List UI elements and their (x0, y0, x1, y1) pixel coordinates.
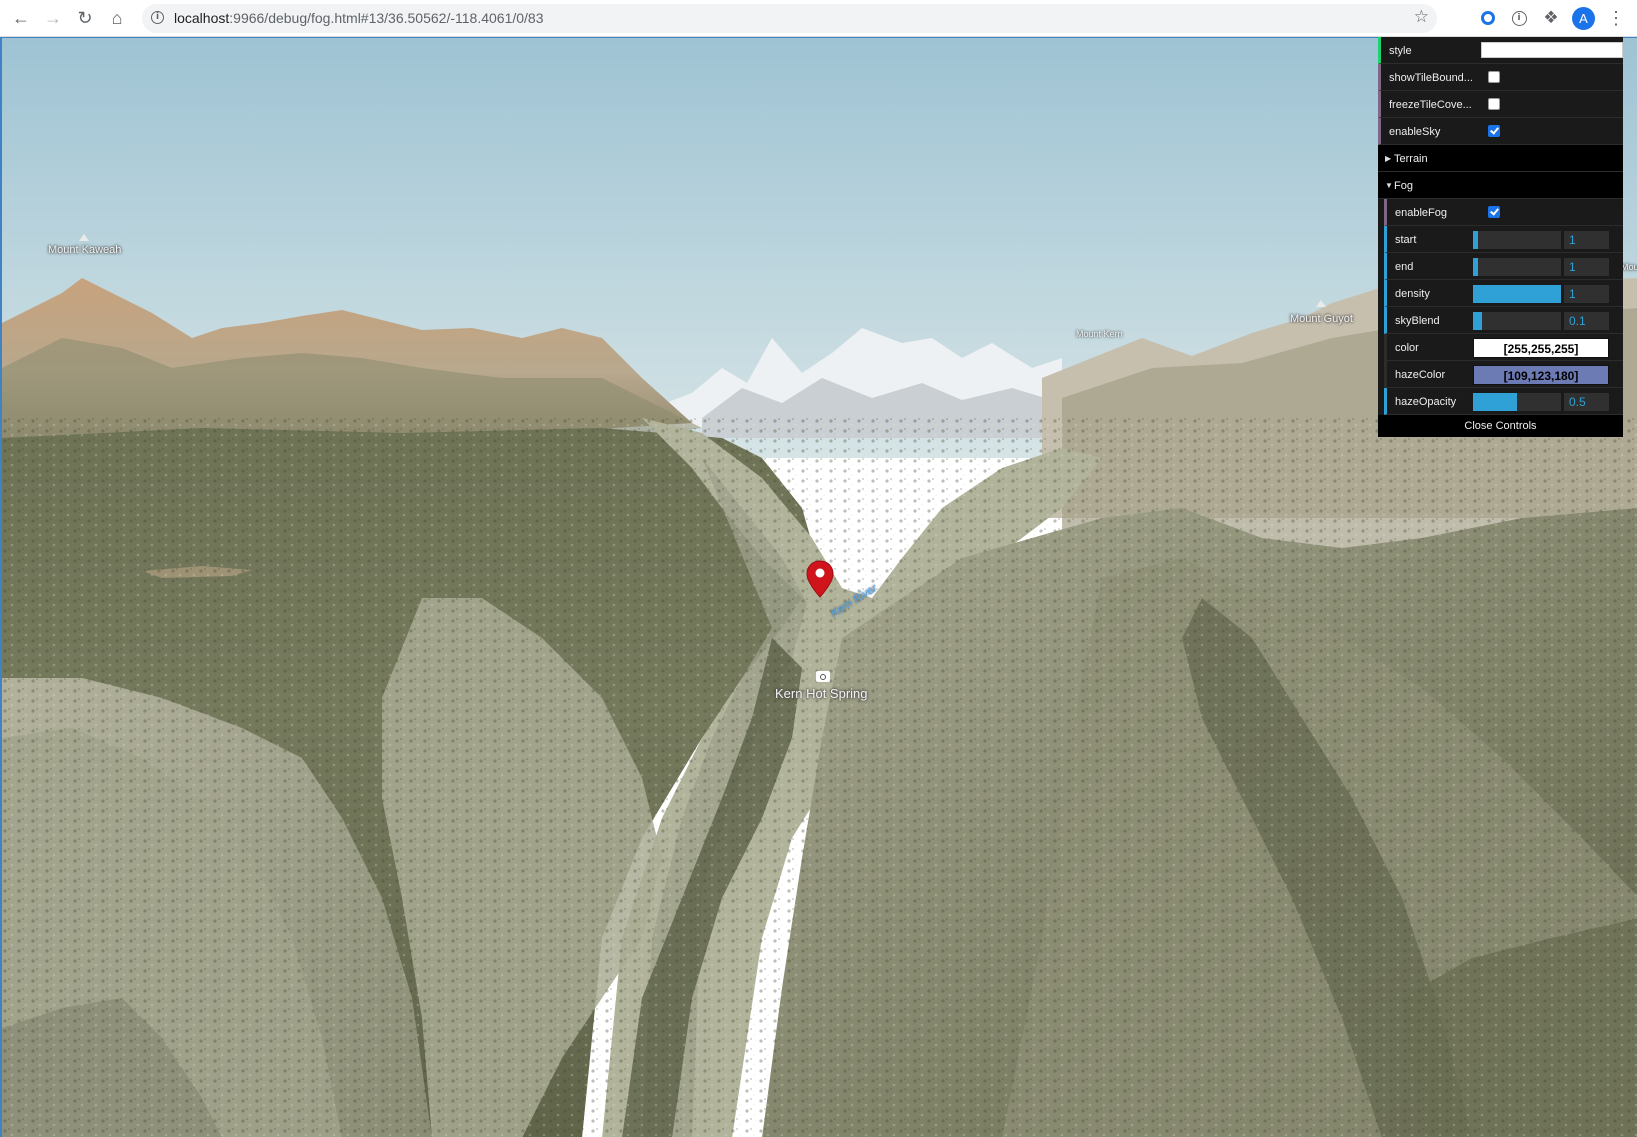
address-bar[interactable]: i localhost:9966/debug/fog.html#13/36.50… (142, 4, 1437, 33)
fog-folder-body: enableFog start 1 end 1 density 1 skyBle… (1378, 199, 1623, 415)
fog-sky-blend-value[interactable]: 0.1 (1564, 312, 1609, 330)
haze-color-swatch[interactable]: [109,123,180] (1473, 365, 1609, 385)
row-haze-color: hazeColor [109,123,180] (1384, 361, 1623, 388)
url-path: :9966/debug/fog.html#13/36.50562/-118.40… (229, 10, 544, 26)
enable-sky-checkbox[interactable] (1488, 125, 1500, 137)
freeze-tile-coverage-label: freezeTileCove... (1389, 99, 1472, 111)
fog-density-value[interactable]: 1 (1564, 285, 1609, 303)
fog-end-value[interactable]: 1 (1564, 258, 1609, 276)
label-mount-kern[interactable]: Mount Kern (1076, 329, 1123, 339)
fog-density-slider[interactable] (1473, 285, 1561, 303)
show-tile-boundaries-label: showTileBound... (1389, 72, 1473, 84)
extension-info-icon[interactable]: i (1509, 8, 1529, 28)
folder-terrain[interactable]: ▶ Terrain (1378, 145, 1623, 172)
row-fog-density: density 1 (1384, 280, 1623, 307)
row-show-tile-boundaries: showTileBound... (1378, 64, 1623, 91)
label-mount-guyot[interactable]: Mount Guyot (1290, 313, 1353, 325)
row-fog-end: end 1 (1384, 253, 1623, 280)
folder-terrain-title: Terrain (1394, 153, 1428, 165)
reload-icon[interactable]: ↻ (72, 5, 98, 31)
browser-toolbar: ← → ↻ ⌂ i localhost:9966/debug/fog.html#… (0, 0, 1637, 37)
puzzle-icon[interactable]: ❖ (1541, 8, 1561, 28)
style-label: style (1389, 45, 1412, 57)
enable-sky-label: enableSky (1389, 126, 1441, 138)
caret-down-icon: ▼ (1385, 181, 1393, 190)
extension-icon[interactable] (1478, 8, 1498, 28)
info-icon[interactable]: i (151, 11, 164, 24)
fog-start-value[interactable]: 1 (1564, 231, 1609, 249)
url-text[interactable]: localhost:9966/debug/fog.html#13/36.5056… (174, 10, 544, 26)
star-icon[interactable]: ☆ (1414, 7, 1429, 27)
row-style: style (1378, 37, 1623, 64)
close-controls-button[interactable]: Close Controls (1378, 415, 1623, 437)
row-fog-sky-blend: skyBlend 0.1 (1384, 307, 1623, 334)
row-fog-color: color [255,255,255] (1384, 334, 1623, 361)
debug-controls-panel: style showTileBound... freezeTileCove...… (1378, 37, 1623, 437)
label-mount-kaweah[interactable]: Mount Kaweah (48, 244, 121, 256)
enable-fog-checkbox[interactable] (1488, 206, 1500, 218)
fog-end-slider[interactable] (1473, 258, 1561, 276)
row-enable-fog: enableFog (1384, 199, 1623, 226)
fog-sky-blend-slider[interactable] (1473, 312, 1561, 330)
style-input[interactable] (1481, 42, 1623, 58)
fog-color-swatch[interactable]: [255,255,255] (1473, 338, 1609, 358)
back-icon[interactable]: ← (8, 5, 34, 31)
row-haze-opacity: hazeOpacity 0.5 (1384, 388, 1623, 415)
peak-icon (79, 234, 89, 241)
freeze-tile-coverage-checkbox[interactable] (1488, 98, 1500, 110)
avatar[interactable]: A (1572, 7, 1595, 30)
haze-opacity-value[interactable]: 0.5 (1564, 393, 1609, 411)
label-edge[interactable]: Mou (1621, 262, 1637, 272)
forward-icon[interactable]: → (40, 5, 66, 31)
fog-start-slider[interactable] (1473, 231, 1561, 249)
peak-icon (1316, 300, 1326, 307)
row-enable-sky: enableSky (1378, 118, 1623, 145)
camera-icon[interactable] (816, 671, 830, 682)
map-marker-icon[interactable] (806, 560, 834, 598)
haze-opacity-slider[interactable] (1473, 393, 1561, 411)
folder-fog-title: Fog (1394, 180, 1413, 192)
label-kern-hot-spring[interactable]: Kern Hot Spring (775, 686, 868, 701)
home-icon[interactable]: ⌂ (104, 5, 130, 31)
row-fog-start: start 1 (1384, 226, 1623, 253)
enable-fog-label: enableFog (1395, 207, 1447, 219)
folder-fog[interactable]: ▼ Fog (1378, 172, 1623, 199)
caret-right-icon: ▶ (1385, 154, 1392, 163)
more-icon[interactable]: ⋮ (1607, 7, 1625, 30)
show-tile-boundaries-checkbox[interactable] (1488, 71, 1500, 83)
url-host: localhost (174, 10, 230, 26)
row-freeze-tile-coverage: freezeTileCove... (1378, 91, 1623, 118)
